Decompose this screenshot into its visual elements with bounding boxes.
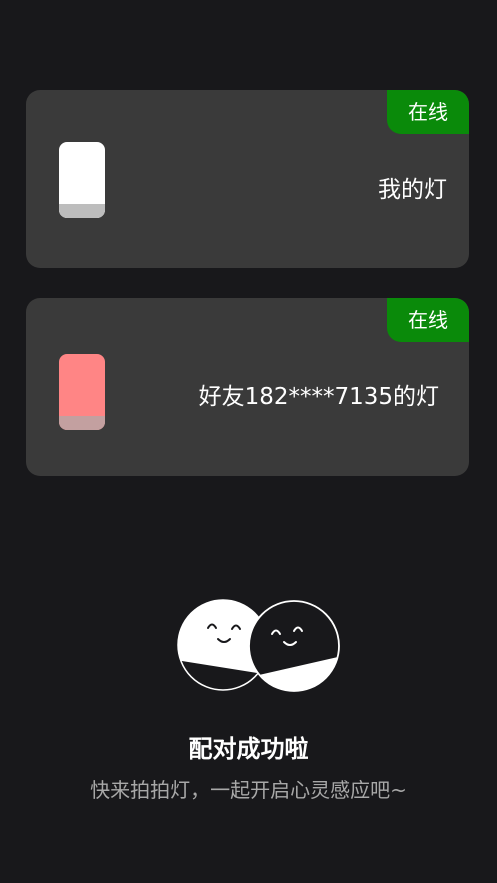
device-name: 好友182****7135的灯: [198, 384, 439, 410]
device-card-friend-lamp[interactable]: 在线 好友182****7135的灯: [26, 298, 469, 476]
device-card-my-lamp[interactable]: 在线 我的灯: [26, 90, 469, 268]
online-status-badge: 在线: [387, 90, 469, 134]
device-name: 我的灯: [378, 177, 447, 203]
pairing-success-subtitle: 快来拍拍灯，一起开启心灵感应吧~: [90, 778, 407, 802]
lamp-base: [59, 204, 105, 218]
lamp-icon: [59, 354, 105, 430]
dark-face-icon: [248, 600, 340, 692]
paired-faces-icon: [177, 599, 340, 692]
lamp-base: [59, 416, 105, 430]
online-status-badge: 在线: [387, 298, 469, 342]
pairing-success-title: 配对成功啦: [188, 735, 309, 763]
lamp-icon: [59, 142, 105, 218]
